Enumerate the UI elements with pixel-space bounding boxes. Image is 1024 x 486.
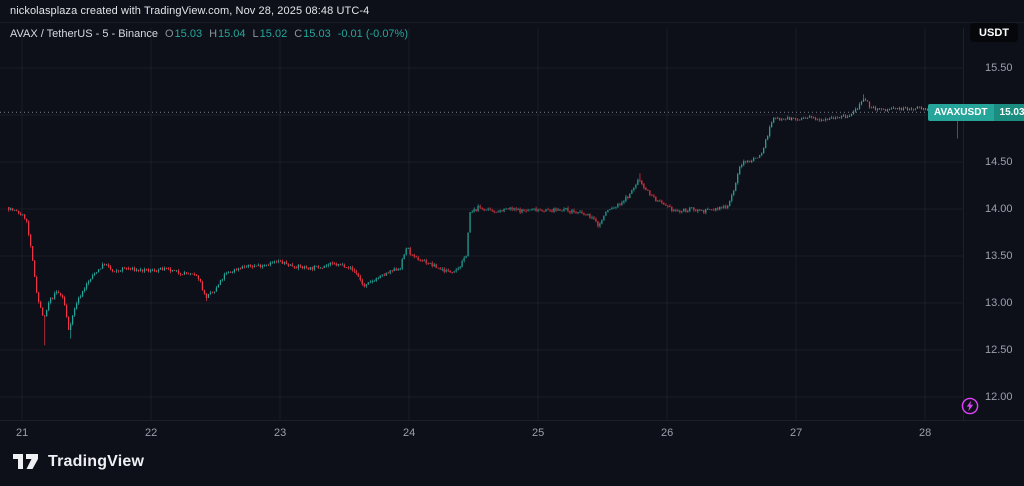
chart-legend: AVAX / TetherUS - 5 - Binance O15.03 H15… xyxy=(10,28,408,40)
ohlc-open: O15.03 xyxy=(165,28,202,40)
tradingview-chart-page: nickolasplaza created with TradingView.c… xyxy=(0,0,1024,486)
ohlc-open-value: 15.03 xyxy=(175,28,203,40)
tradingview-logo-icon xyxy=(12,452,39,471)
time-tick-label: 24 xyxy=(403,427,415,439)
ohlc-high-label: H xyxy=(209,28,217,40)
ohlc-close: C15.03 xyxy=(294,28,330,40)
time-tick-label: 21 xyxy=(16,427,28,439)
ohlc-high: H15.04 xyxy=(209,28,245,40)
boost-button[interactable] xyxy=(961,397,979,415)
symbol-title[interactable]: AVAX / TetherUS - 5 - Binance xyxy=(10,28,158,40)
time-tick-label: 26 xyxy=(661,427,673,439)
tradingview-logo[interactable]: TradingView xyxy=(12,452,144,471)
ohlc-low-value: 15.02 xyxy=(260,28,288,40)
currency-toggle-button[interactable]: USDT xyxy=(970,23,1018,42)
price-tick-label: 13.00 xyxy=(985,297,1013,309)
price-axis[interactable]: 15.5015.0014.5014.0013.5013.0012.5012.00 xyxy=(963,28,1024,420)
ohlc-high-value: 15.04 xyxy=(218,28,246,40)
price-badge-symbol: AVAXUSDT xyxy=(928,104,994,121)
attribution-text: nickolasplaza created with TradingView.c… xyxy=(10,5,369,17)
last-price-badge: AVAXUSDT 15.03 xyxy=(928,104,1024,121)
price-badge-value: 15.03 xyxy=(994,104,1024,121)
price-tick-label: 15.50 xyxy=(985,62,1013,74)
price-tick-label: 14.00 xyxy=(985,203,1013,215)
ohlc-close-value: 15.03 xyxy=(303,28,331,40)
ohlc-open-label: O xyxy=(165,28,174,40)
price-tick-label: 14.50 xyxy=(985,156,1013,168)
price-tick-label: 12.50 xyxy=(985,344,1013,356)
time-tick-label: 25 xyxy=(532,427,544,439)
tradingview-logo-text: TradingView xyxy=(48,453,144,471)
time-tick-label: 23 xyxy=(274,427,286,439)
header-divider xyxy=(0,22,1024,23)
lightning-icon xyxy=(961,397,979,415)
ohlc-change: -0.01 (-0.07%) xyxy=(338,28,408,40)
time-axis[interactable]: 21 22 23 24 25 26 27 28 xyxy=(0,420,1024,446)
time-tick-label: 27 xyxy=(790,427,802,439)
time-tick-label: 28 xyxy=(919,427,931,439)
price-tick-label: 13.50 xyxy=(985,250,1013,262)
ohlc-close-label: C xyxy=(294,28,302,40)
ohlc-low-label: L xyxy=(253,28,259,40)
time-tick-label: 22 xyxy=(145,427,157,439)
price-tick-label: 12.00 xyxy=(985,391,1013,403)
ohlc-low: L15.02 xyxy=(253,28,288,40)
candlestick-chart[interactable] xyxy=(0,28,963,420)
